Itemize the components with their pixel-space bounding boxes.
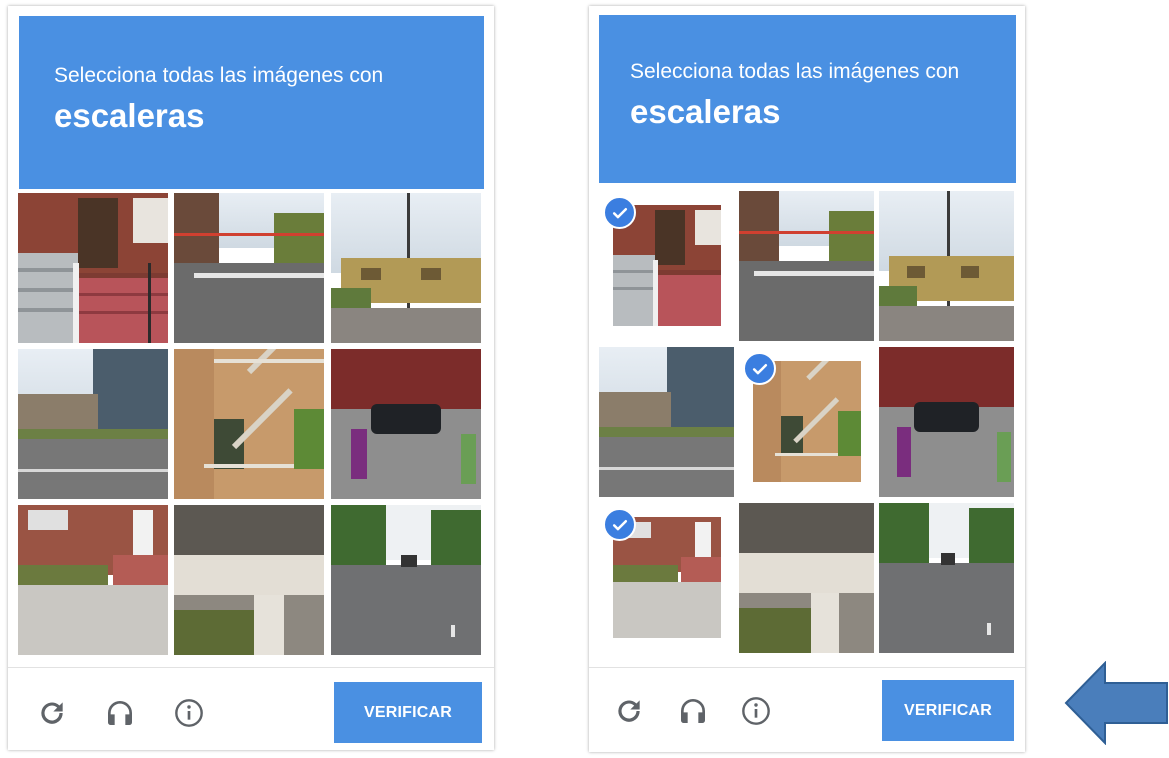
tile-image (879, 347, 1014, 497)
image-tile-2[interactable] (174, 193, 324, 343)
reload-icon[interactable] (612, 694, 646, 728)
tile-image (879, 503, 1014, 653)
info-icon[interactable] (739, 694, 773, 728)
captcha-header: Selecciona todas las imágenes con escale… (599, 15, 1016, 183)
image-tile-1[interactable] (18, 193, 168, 343)
tile-image (739, 191, 874, 341)
image-tile-2[interactable] (739, 191, 874, 341)
verify-button[interactable]: VERIFICAR (882, 680, 1014, 741)
verify-button[interactable]: VERIFICAR (334, 682, 482, 743)
checkmark-icon (603, 508, 636, 541)
tile-image (18, 193, 168, 343)
image-tile-4[interactable] (599, 347, 734, 497)
image-tile-6[interactable] (331, 349, 481, 499)
footer-divider (8, 667, 494, 668)
captcha-header: Selecciona todas las imágenes con escale… (19, 16, 484, 189)
reload-icon[interactable] (35, 696, 69, 730)
tile-image (739, 503, 874, 653)
tile-image (879, 191, 1014, 341)
image-tile-3[interactable] (331, 193, 481, 343)
captcha-keyword: escaleras (54, 97, 205, 134)
captcha-widget-unselected: Selecciona todas las imágenes con escale… (8, 6, 494, 750)
checkmark-icon (743, 352, 776, 385)
tile-image (599, 347, 734, 497)
tile-image (18, 505, 168, 655)
image-tile-8[interactable] (739, 503, 874, 653)
captcha-instruction: Selecciona todas las imágenes con (54, 64, 384, 87)
image-tile-7[interactable] (18, 505, 168, 655)
tile-image (174, 349, 324, 499)
captcha-instruction: Selecciona todas las imágenes con (630, 60, 960, 83)
info-icon[interactable] (172, 696, 206, 730)
image-tile-9[interactable] (879, 503, 1014, 653)
image-tile-8[interactable] (174, 505, 324, 655)
image-tile-3[interactable] (879, 191, 1014, 341)
footer-divider (589, 667, 1025, 668)
captcha-keyword: escaleras (630, 93, 781, 130)
arrow-left-icon (1064, 661, 1168, 745)
checkmark-icon (603, 196, 636, 229)
image-tile-9[interactable] (331, 505, 481, 655)
captcha-widget-selected: Selecciona todas las imágenes con escale… (589, 6, 1025, 752)
tile-image (331, 349, 481, 499)
image-tile-4[interactable] (18, 349, 168, 499)
image-tile-5[interactable] (174, 349, 324, 499)
headphones-icon[interactable] (676, 694, 710, 728)
headphones-icon[interactable] (103, 696, 137, 730)
image-tile-6[interactable] (879, 347, 1014, 497)
tile-image (174, 505, 324, 655)
tile-image (174, 193, 324, 343)
tile-image (331, 505, 481, 655)
tile-image (18, 349, 168, 499)
tile-image (331, 193, 481, 343)
